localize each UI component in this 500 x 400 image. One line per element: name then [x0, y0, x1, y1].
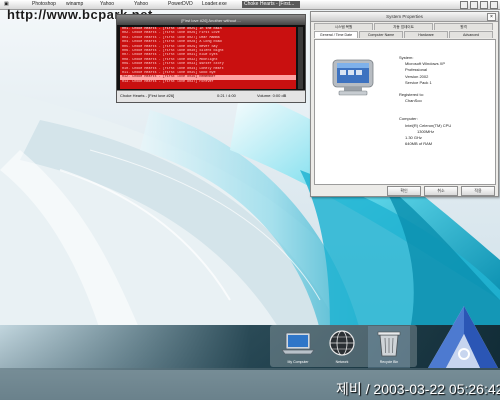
tray-icon[interactable]	[480, 1, 488, 9]
close-icon[interactable]: ×	[487, 13, 496, 21]
playlist-list[interactable]: 001. Choke Hearts - [First love #025] In…	[120, 27, 296, 89]
system-info: System: Microsoft Windows XP Professiona…	[399, 55, 451, 147]
tab-row-bottom: General / Time Date Computer Name Hardwa…	[314, 31, 494, 38]
volume-readout: Volume: 0:00 dB	[257, 93, 287, 98]
winamp-playlist-window: [First love #26] Another without ... 001…	[116, 14, 306, 103]
timestamp-caption: 제비 / 2003-03-22 05:26:42	[336, 381, 500, 397]
ok-button[interactable]: 확인	[387, 186, 421, 196]
playlist-scrollbar[interactable]	[298, 27, 303, 89]
dialog-title[interactable]: System Properties	[311, 12, 498, 22]
tab-system-restore[interactable]: 시스템 복원	[314, 23, 373, 30]
general-panel: System: Microsoft Windows XP Professiona…	[314, 39, 496, 185]
computer-monitor-icon	[332, 59, 374, 96]
dock-item-network[interactable]: Network	[321, 326, 363, 368]
tab-row-top: 시스템 복원 자동 업데이트 원격	[314, 23, 494, 30]
tab-advanced[interactable]: Advanced	[449, 31, 493, 38]
tab-auto-update[interactable]: 자동 업데이트	[374, 23, 433, 30]
dock-label: My Computer	[287, 360, 309, 364]
laptop-icon	[281, 332, 315, 355]
task-button-active[interactable]: Choke Hearts - [First...	[242, 1, 300, 8]
tray-icon[interactable]	[470, 1, 478, 9]
desktop: ▣ Photoshop winamp Yahoo Yahoo PowerDVD …	[0, 0, 500, 400]
triangle-logo-icon	[428, 306, 498, 368]
system-properties-dialog: System Properties × 시스템 복원 자동 업데이트 원격 Ge…	[310, 11, 499, 197]
tab-computer-name[interactable]: Computer Name	[359, 31, 403, 38]
task-button[interactable]: PowerDVD	[166, 1, 200, 8]
tray-icon[interactable]	[490, 1, 498, 9]
dock-label: Network	[335, 360, 349, 364]
now-playing-text: Choke Hearts - [First love #26]	[120, 93, 175, 98]
cancel-button[interactable]: 취소	[424, 186, 458, 196]
playback-time: 0:21 / 4:00	[217, 93, 236, 98]
dock-item-my-computer[interactable]: My Computer	[277, 326, 319, 368]
task-button[interactable]: Loader.exe	[200, 1, 240, 8]
ram-amount: 640MB of RAM	[405, 141, 433, 147]
system-tray	[460, 1, 498, 9]
playlist-statusbar: Choke Hearts - [First love #26] 0:21 / 4…	[117, 90, 305, 102]
tab-general[interactable]: General / Time Date	[314, 31, 358, 38]
trash-icon	[377, 331, 401, 357]
dock-item-recycle-bin[interactable]: Recycle Bin	[368, 326, 410, 368]
tab-remote[interactable]: 원격	[434, 23, 493, 30]
tray-icon[interactable]	[460, 1, 468, 9]
tab-hardware[interactable]: Hardware	[404, 31, 448, 38]
cpu-name: Intel(R) Celeron(TM) CPU	[405, 122, 452, 128]
playlist-row[interactable]: 013. Choke Hearts - [First love #037] Fo…	[120, 80, 296, 84]
dock-label: Recycle Bin	[379, 360, 399, 364]
playlist-title: [First love #26] Another without ...	[181, 17, 241, 23]
playlist-titlebar[interactable]: [First love #26] Another without ...	[117, 15, 305, 25]
globe-icon	[329, 330, 355, 356]
apply-button[interactable]: 적용	[461, 186, 495, 196]
